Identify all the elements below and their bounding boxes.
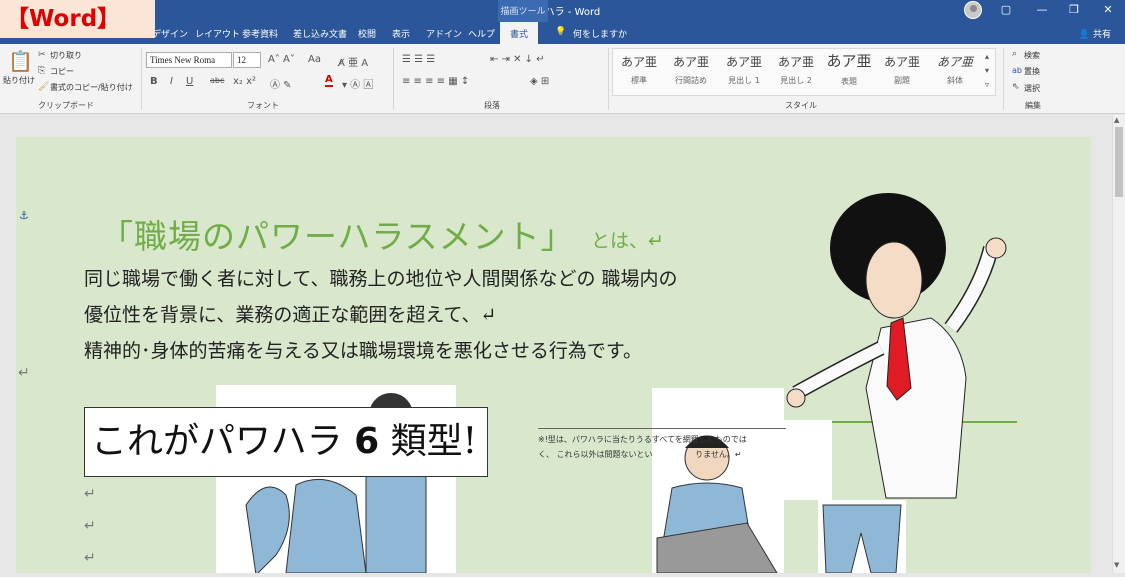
paste-button[interactable]: 貼り付け: [3, 75, 35, 86]
group-divider: [1003, 48, 1004, 110]
tab-help[interactable]: ヘルプ: [468, 27, 495, 40]
style-subtitle[interactable]: あア亜 副題: [877, 48, 927, 92]
afro-man-illustration: [786, 193, 1007, 499]
styles-scroll-icon[interactable]: ▴ ▾ ▿: [985, 50, 989, 92]
scroll-thumb[interactable]: [1115, 127, 1123, 197]
restore-icon[interactable]: ❐: [1058, 0, 1090, 22]
copy-icon: ⎘: [38, 66, 46, 76]
ribbon-body: 📋 貼り付け ✂ 切り取り ⎘ コピー 🖌 書式のコピー/貼り付け クリップボー…: [0, 44, 1125, 114]
underline-icon[interactable]: U: [186, 76, 193, 87]
jeans-illustration: [822, 504, 902, 574]
bullets-icon[interactable]: ☰ ☰ ☰: [402, 54, 435, 65]
tab-design[interactable]: デザイン: [152, 27, 188, 40]
scroll-up-icon[interactable]: ▲: [1114, 116, 1119, 124]
share-button[interactable]: 👤 共有: [1079, 27, 1111, 40]
tab-mailings[interactable]: 差し込み文書: [293, 27, 347, 40]
group-divider: [141, 48, 142, 110]
format-painter-button[interactable]: 書式のコピー/貼り付け: [50, 82, 133, 93]
font-name-box[interactable]: Times New Roma: [146, 52, 232, 68]
clipboard-group-label: クリップボード: [38, 101, 94, 110]
style-normal[interactable]: あア亜 標準: [614, 48, 664, 92]
minimize-icon[interactable]: —: [1026, 0, 1058, 22]
callout-number: 6: [354, 421, 380, 462]
subscript-icon[interactable]: x₂ x²: [233, 76, 256, 87]
close-icon[interactable]: ✕: [1092, 0, 1124, 22]
page-heading: 「職場のパワーハラスメント」: [100, 217, 575, 256]
illustration-jeans: [818, 500, 906, 574]
replace-icon: ab: [1012, 66, 1022, 75]
paragraph-mark-icon: ↵: [84, 518, 96, 534]
stressed-man-illustration: [656, 435, 778, 574]
style-no-spacing[interactable]: あア亜 行間詰め: [666, 48, 716, 92]
share-label: 共有: [1092, 30, 1111, 40]
strikethrough-icon[interactable]: abc: [210, 76, 224, 85]
ribbon-tabs: デザイン レイアウト 参考資料 差し込み文書 校閲 表示 アドイン ヘルプ 書式…: [0, 22, 1125, 44]
callout-suffix: 類型!: [390, 421, 478, 462]
tab-layout[interactable]: レイアウト: [195, 27, 240, 40]
char-shading-icon[interactable]: ▾ Ⓐ 🄰: [342, 76, 373, 91]
bold-icon[interactable]: B: [150, 76, 158, 87]
word-badge: 【Word】: [0, 0, 155, 38]
replace-button[interactable]: 置換: [1024, 66, 1040, 77]
tab-review[interactable]: 校閲: [358, 27, 376, 40]
paragraph-mark-icon: ↵: [84, 550, 96, 566]
paragraph-mark-icon: ↵: [84, 486, 96, 502]
paragraph-mark-icon: ↵: [18, 365, 30, 381]
tell-me-search[interactable]: 何をしますか: [573, 27, 627, 40]
tab-format[interactable]: 書式: [500, 22, 539, 44]
body-line-3: 精神的･身体的苦痛を与える又は職場環境を悪化させる行為です。: [84, 340, 643, 362]
scissors-icon: ✂: [38, 50, 46, 60]
copy-button[interactable]: コピー: [50, 66, 74, 77]
drawing-tools-header: 描画ツール: [498, 0, 548, 22]
scroll-down-icon[interactable]: ▼: [1114, 561, 1119, 569]
clear-format-icon[interactable]: A̸ 亜 A: [338, 54, 368, 69]
style-heading-2[interactable]: あア亜 見出し 2: [771, 48, 821, 92]
text-effects-icon[interactable]: Ⓐ ✎: [270, 76, 292, 91]
cut-button[interactable]: 切り取り: [50, 50, 82, 61]
select-button[interactable]: 選択: [1024, 83, 1040, 94]
tab-addins[interactable]: アドイン: [426, 27, 462, 40]
body-line-2: 優位性を背景に、業務の適正な範囲を超えて、↵: [84, 304, 497, 326]
person-icon: 👤: [1078, 30, 1091, 40]
align-icons[interactable]: ≡ ≡ ≡ ≡ ▦ ↕: [402, 76, 469, 87]
window-title: パワハラ - Word: [524, 7, 601, 18]
account-avatar[interactable]: [964, 1, 982, 19]
paste-icon[interactable]: 📋: [8, 49, 33, 73]
illustration-stressed-man: [652, 388, 784, 574]
search-icon: ⌕: [1012, 49, 1018, 59]
style-heading-1[interactable]: あア亜 見出し 1: [719, 48, 769, 92]
tab-references[interactable]: 参考資料: [242, 27, 278, 40]
editing-group-label: 編集: [1025, 101, 1041, 110]
ribbon-display-icon[interactable]: ▢: [990, 0, 1022, 22]
style-title[interactable]: あア亜 表題: [824, 48, 874, 92]
group-divider: [393, 48, 394, 110]
body-line-1: 同じ職場で働く者に対して、職務上の地位や人間関係などの 職場内の: [84, 268, 678, 290]
heading-suffix: とは、↵: [591, 230, 664, 252]
six-types-callout[interactable]: これがパワハラ 6 類型!: [84, 407, 488, 477]
lightbulb-icon: 💡: [555, 27, 567, 37]
font-size-box[interactable]: 12: [233, 52, 261, 68]
font-color-icon[interactable]: A: [325, 75, 333, 87]
anchor-icon: ⚓: [19, 209, 29, 222]
find-button[interactable]: 検索: [1024, 50, 1040, 61]
select-arrow-icon: ⇖: [1012, 82, 1020, 92]
change-case-icon[interactable]: Aa: [308, 54, 321, 65]
footnote-text: ※!型は、パワハラに当たりうるすべてを網羅したものでは く、 これら以外は問題な…: [538, 428, 786, 462]
format-painter-icon: 🖌: [38, 82, 50, 92]
paragraph-group-label: 段落: [484, 101, 500, 110]
styles-group-label: スタイル: [785, 101, 817, 110]
vertical-scrollbar[interactable]: ▲ ▼: [1112, 115, 1125, 573]
italic-icon[interactable]: I: [170, 76, 173, 87]
shading-border-icon[interactable]: ◈ ⊞: [530, 76, 549, 87]
title-bar: パワハラ - Word 描画ツール ▢ — ❐ ✕: [0, 0, 1125, 22]
callout-text: これがパワハラ: [91, 421, 343, 462]
grow-font-icon[interactable]: A˄ A˅: [268, 54, 295, 65]
font-group-label: フォント: [247, 101, 279, 110]
tab-view[interactable]: 表示: [392, 27, 410, 40]
indent-icon[interactable]: ⇤ ⇥ ✕ ↓ ↵: [490, 54, 545, 65]
group-divider: [608, 48, 609, 110]
style-emphasis[interactable]: あア亜 斜体: [930, 48, 980, 92]
